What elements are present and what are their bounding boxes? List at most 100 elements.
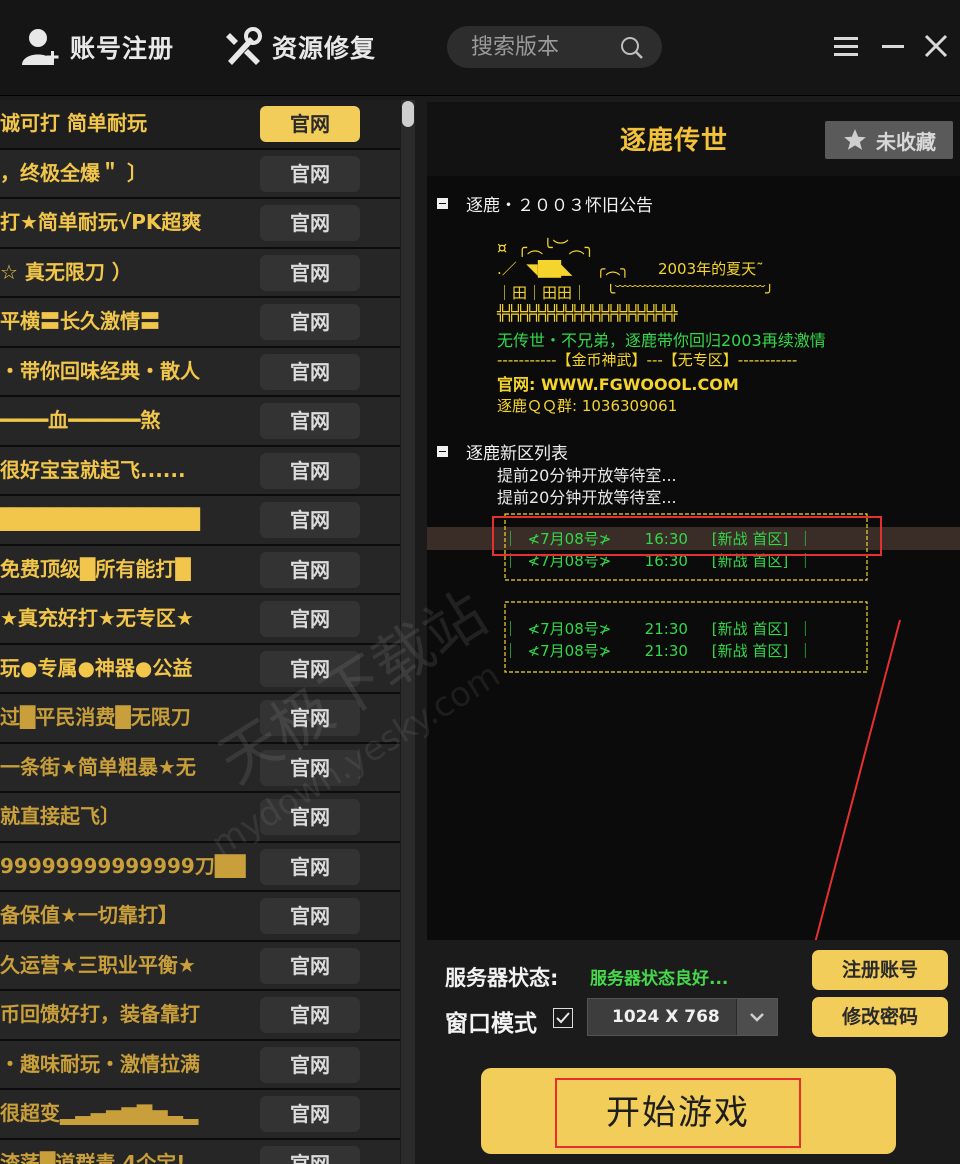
official-site-button[interactable]: 官网 — [260, 502, 360, 538]
server-name: █████████████ — [0, 507, 200, 531]
server-row[interactable]: 币回馈好打，装备靠打 官网 — [0, 991, 400, 1041]
official-site-button[interactable]: 官网 — [260, 700, 360, 736]
register-account-label: 账号注册 — [70, 34, 175, 63]
official-site-button[interactable]: 官网 — [260, 403, 360, 439]
resolution-value: 1024 X 768 — [612, 1007, 720, 1027]
server-status-label: 服务器状态: — [445, 966, 559, 990]
server-name: 玩●专属●神器●公益 — [0, 655, 193, 680]
server-name: ★真充好打★无专区★ — [0, 606, 194, 630]
waiting-room-text: 提前20分钟开放等待室... — [497, 488, 677, 507]
official-site-button[interactable]: 官网 — [260, 749, 360, 786]
official-site-button[interactable]: 官网 — [260, 551, 360, 588]
server-row[interactable]: 很超变▂▃▄▅▆▇▅▃▂ 官网 — [0, 1090, 400, 1140]
minimize-icon[interactable] — [878, 30, 912, 64]
scrollbar-thumb[interactable] — [402, 101, 414, 127]
section1-title: 逐鹿・２００３怀旧公告 — [466, 196, 653, 216]
search-icon[interactable] — [620, 36, 644, 60]
official-site-button[interactable]: 官网 — [260, 205, 360, 241]
server-row[interactable]: 玩●专属●神器●公益 官网 — [0, 644, 400, 694]
chevron-down-icon — [750, 1013, 764, 1022]
favorite-button[interactable]: 未收藏 — [825, 121, 953, 159]
official-site-text: 官网: WWW.FGWOOOL.COM — [497, 375, 739, 394]
official-site-button[interactable]: 官网 — [260, 155, 360, 192]
server-row[interactable]: ・带你回味经典・散人 官网 — [0, 347, 400, 397]
official-site-button[interactable]: 官网 — [260, 1096, 360, 1132]
qq-group-text: 逐鹿ＱＱ群: 1036309061 — [497, 397, 678, 415]
server-row[interactable]: ☆ 真无限刀 ） 官网 — [0, 248, 400, 298]
server-row[interactable]: 渣荡█道群毒 4个宝! 官网 — [0, 1139, 400, 1164]
server-name: 平横〓长久激情〓 — [0, 309, 160, 333]
official-site-button[interactable]: 官网 — [260, 799, 360, 835]
collapse-icon[interactable] — [437, 198, 448, 209]
server-status-value: 服务器状态良好... — [590, 969, 729, 989]
server-slot-row[interactable]: ｜ ≮7月08号≯ 21:30 [新战 首区] ｜ — [503, 640, 813, 661]
register-account-button[interactable]: 账号注册 — [20, 22, 174, 72]
resource-repair-label: 资源修复 — [272, 34, 377, 63]
server-row[interactable]: ，终极全爆＂ 〕 官网 — [0, 149, 400, 199]
tree-node-announcement[interactable]: 逐鹿・２００３怀旧公告 — [437, 191, 653, 216]
official-site-button[interactable]: 官网 — [260, 997, 360, 1033]
official-site-button[interactable]: 官网 — [260, 304, 360, 340]
server-row[interactable]: 一条街★简单粗暴★无 官网 — [0, 743, 400, 793]
server-name: 打★简单耐玩√PK超爽 — [0, 210, 202, 234]
server-name: 99999999999999刀██ — [0, 853, 246, 878]
resource-repair-button[interactable]: 资源修复 — [222, 22, 376, 72]
server-row[interactable]: ・趣味耐玩・激情拉满 官网 — [0, 1040, 400, 1090]
official-site-button[interactable]: 官网 — [260, 353, 360, 390]
search-input[interactable] — [469, 33, 613, 61]
server-row[interactable]: 99999999999999刀██ 官网 — [0, 842, 400, 892]
ascii-art-line: ╬╬╬╬╬╬╬╬╬╬╬╬╬╬╬╬╬╬╬╬ — [497, 304, 678, 322]
server-name: 很好宝宝就起飞...... — [0, 457, 186, 482]
official-site-button[interactable]: 官网 — [260, 1145, 360, 1164]
official-site-button[interactable]: 官网 — [260, 106, 360, 142]
tree-node-server-list[interactable]: 逐鹿新区列表 — [437, 439, 568, 464]
favorite-label: 未收藏 — [876, 129, 936, 154]
start-game-label[interactable]: 开始游戏 — [555, 1078, 801, 1148]
server-row[interactable]: ━━━━血━━━━━━煞 官网 — [0, 397, 400, 447]
close-icon[interactable] — [920, 30, 954, 64]
server-row[interactable]: ★真充好打★无专区★ 官网 — [0, 595, 400, 645]
menu-icon[interactable] — [830, 30, 864, 64]
tags-text: -----------【金币神武】---【无专区】----------- — [497, 351, 798, 369]
server-name: 久运营★三职业平衡★ — [0, 952, 196, 977]
dropdown-toggle[interactable] — [736, 999, 777, 1035]
register-account-footer-button[interactable]: 注册账号 — [812, 950, 948, 990]
server-name: ，终极全爆＂ 〕 — [0, 160, 147, 185]
server-row[interactable]: 诚可打 简单耐玩 官网 — [0, 100, 400, 150]
server-row[interactable]: 过█平民消费█无限刀 官网 — [0, 694, 400, 744]
server-row[interactable]: 免费顶级█所有能打█ 官网 — [0, 545, 400, 595]
server-row[interactable]: 备保值★一切靠打】 官网 — [0, 892, 400, 942]
server-name: ━━━━血━━━━━━煞 — [0, 408, 161, 432]
server-name: ・带你回味经典・散人 — [0, 358, 200, 383]
server-name: 渣荡█道群毒 4个宝! — [0, 1150, 186, 1164]
section2-title: 逐鹿新区列表 — [466, 444, 568, 464]
official-site-button[interactable]: 官网 — [260, 947, 360, 984]
official-site-button[interactable]: 官网 — [260, 254, 360, 291]
change-password-button[interactable]: 修改密码 — [812, 997, 948, 1037]
server-row[interactable]: 打★简单耐玩√PK超爽 官网 — [0, 199, 400, 249]
official-site-button[interactable]: 官网 — [260, 898, 360, 934]
tools-icon — [226, 27, 262, 65]
server-row[interactable]: █████████████ 官网 — [0, 496, 400, 546]
server-row[interactable]: 平横〓长久激情〓 官网 — [0, 298, 400, 348]
window-mode-checkbox[interactable] — [553, 1008, 573, 1028]
ascii-art-line: ｜田｜田田｜ ╰﹋﹋﹋﹋﹋﹋﹋﹋﹋﹋╯ — [497, 284, 775, 302]
resolution-select[interactable]: 1024 X 768 — [587, 998, 778, 1036]
game-title: 逐鹿传世 — [620, 126, 729, 156]
official-site-button[interactable]: 官网 — [260, 452, 360, 489]
server-name: 免费顶级█所有能打█ — [0, 556, 191, 581]
ascii-art-line: .／ ◥██◣ ╭︵╮ 2003年的夏天˜ — [497, 260, 764, 278]
official-site-button[interactable]: 官网 — [260, 1046, 360, 1083]
server-slot-row[interactable]: ｜ ≮7月08号≯ 21:30 [新战 首区] ｜ — [503, 618, 813, 639]
collapse-icon[interactable] — [437, 446, 448, 457]
server-list-scrollbar[interactable] — [401, 100, 415, 1164]
server-row[interactable]: 很好宝宝就起飞...... 官网 — [0, 446, 400, 496]
official-site-button[interactable]: 官网 — [260, 848, 360, 885]
official-site-button[interactable]: 官网 — [260, 601, 360, 637]
server-row[interactable]: 久运营★三职业平衡★ 官网 — [0, 941, 400, 991]
star-icon — [844, 129, 866, 150]
server-row[interactable]: 就直接起飞〕 官网 — [0, 793, 400, 843]
server-name: 备保值★一切靠打】 — [0, 903, 178, 927]
server-list: 诚可打 简单耐玩 官网 ，终极全爆＂ 〕官网 打★简单耐玩√PK超爽 官网 ☆ 真无限刀 … — [0, 100, 400, 1164]
official-site-button[interactable]: 官网 — [260, 650, 360, 687]
